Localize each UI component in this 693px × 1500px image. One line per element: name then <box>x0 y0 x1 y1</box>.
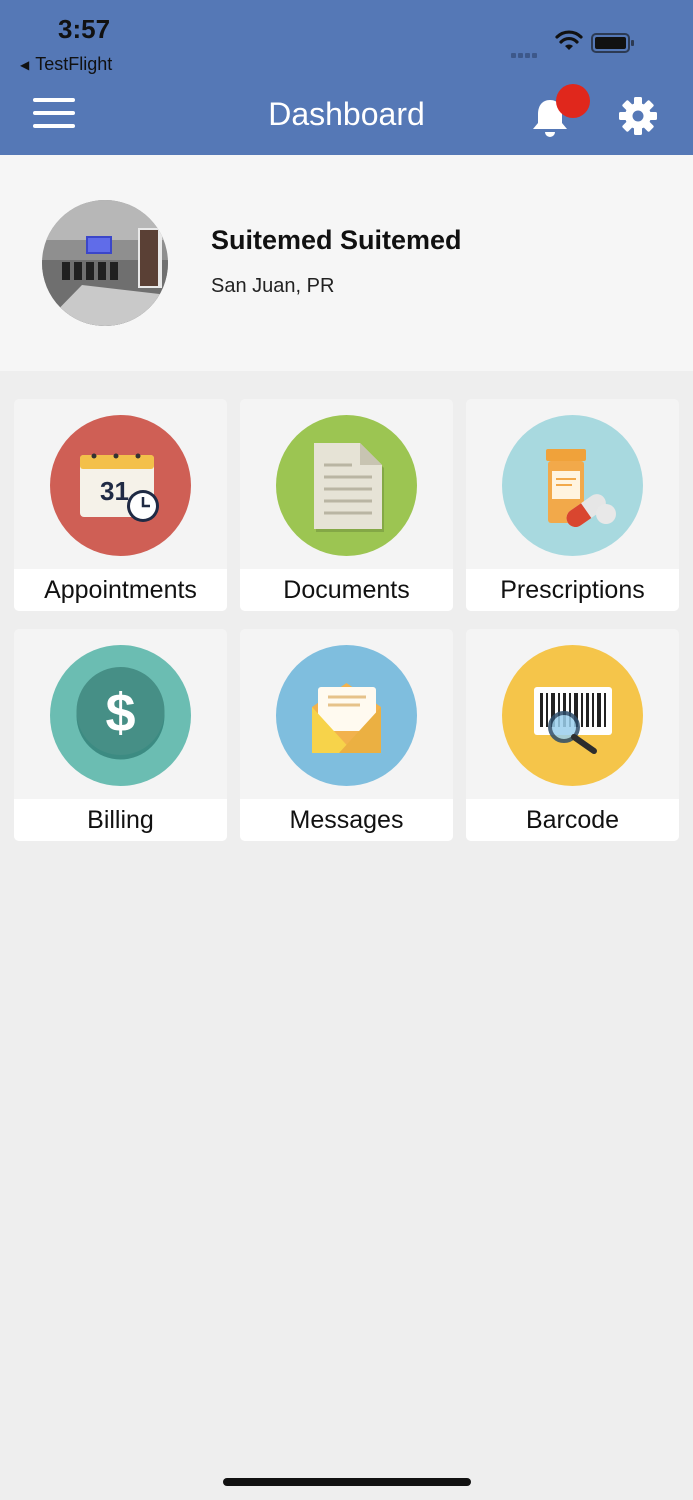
svg-text:$: $ <box>105 683 135 743</box>
messages-tile[interactable]: Messages <box>240 629 453 841</box>
document-icon <box>276 415 417 556</box>
tile-label: Appointments <box>14 569 227 611</box>
appointments-tile[interactable]: 31 Appointments <box>14 399 227 611</box>
tile-label: Documents <box>240 569 453 611</box>
prescriptions-tile[interactable]: Prescriptions <box>466 399 679 611</box>
profile-location: San Juan, PR <box>211 275 335 297</box>
barcode-scan-icon <box>502 645 643 786</box>
envelope-icon <box>276 645 417 786</box>
pill-bottle-icon <box>502 415 643 556</box>
back-to-app-link[interactable]: ◀ TestFlight <box>20 54 112 75</box>
app-header: 3:57 ◀ TestFlight Dashboard <box>0 0 693 155</box>
svg-text:31: 31 <box>100 476 129 506</box>
dollar-icon: $ <box>50 645 191 786</box>
notification-badge <box>556 84 590 118</box>
profile-name: Suitemed Suitemed <box>211 225 462 255</box>
documents-tile[interactable]: Documents <box>240 399 453 611</box>
gear-icon[interactable] <box>618 96 658 136</box>
signal-icon <box>511 45 539 63</box>
billing-tile[interactable]: $ Billing <box>14 629 227 841</box>
profile-section: Suitemed Suitemed San Juan, PR <box>0 155 693 371</box>
battery-icon <box>591 33 634 53</box>
status-time: 3:57 <box>58 14 111 44</box>
back-app-label: TestFlight <box>35 54 113 74</box>
calendar-clock-icon: 31 <box>50 415 191 556</box>
home-indicator[interactable] <box>223 1478 471 1486</box>
tile-label: Prescriptions <box>466 569 679 611</box>
tile-label: Messages <box>240 799 453 841</box>
avatar[interactable] <box>42 200 168 326</box>
tile-label: Billing <box>14 799 227 841</box>
back-triangle-icon: ◀ <box>20 58 30 72</box>
tile-label: Barcode <box>466 799 679 841</box>
barcode-tile[interactable]: Barcode <box>466 629 679 841</box>
wifi-icon <box>555 30 583 50</box>
